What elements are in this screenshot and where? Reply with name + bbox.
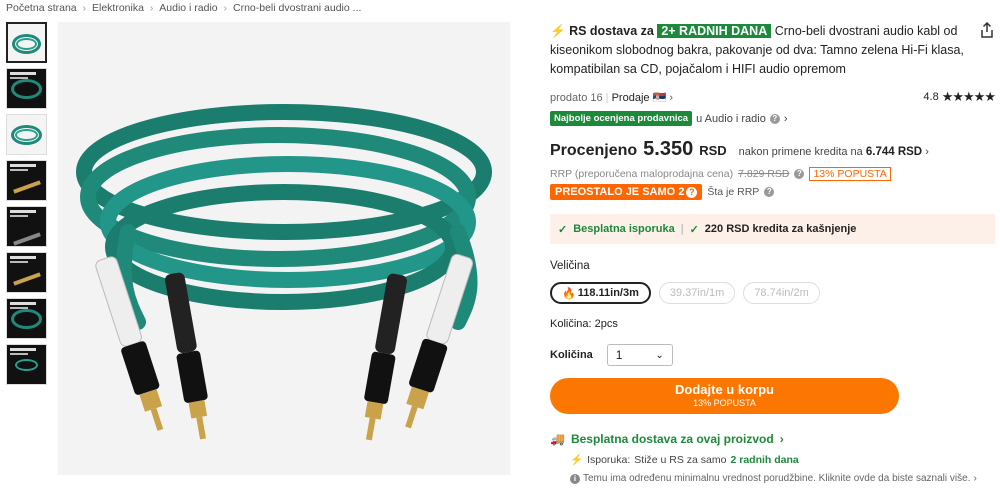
breadcrumb-home[interactable]: Početna strana [6,2,77,14]
info-icon[interactable]: ? [764,187,775,197]
free-delivery-benefit: Besplatna isporuka [573,223,675,235]
quantity-row: Količina 1 ⌄ [550,344,995,366]
thumbnail-2[interactable] [6,68,47,109]
shipping-days-badge: 2+ RADNIH DANA [657,24,772,38]
product-info-panel: ⚡ RS dostava za 2+ RADNIH DANA Crno-beli… [550,22,996,484]
check-icon: ✓ [689,223,699,236]
sold-count: prodato 16 [550,91,603,104]
breadcrumb-audio[interactable]: Audio i radio [159,2,217,14]
info-icon: ? [769,113,780,124]
chevron-down-icon: ⌄ [655,349,664,361]
chevron-right-icon: › [223,2,227,14]
breadcrumb-electronics[interactable]: Elektronika [92,2,144,14]
price-row: Procenjeno 5.350 RSD nakon primene kredi… [550,138,995,161]
product-title: ⚡ RS dostava za 2+ RADNIH DANA Crno-beli… [550,22,995,79]
credit-value: 6.744 RSD [865,146,923,158]
price-value: 5.350 [643,138,694,160]
cable-illustration [76,104,492,441]
best-store-badge: Najbolje ocenjena prodavnica [550,111,693,126]
delivery-text: Stiže u RS za samo [634,453,727,466]
shipping-prefix: RS dostava za [569,24,654,38]
check-icon: ✓ [558,223,568,236]
min-order-note[interactable]: i Temu ima određenu minimalnu vrednost p… [570,473,995,484]
size-option-1m[interactable]: 39.37in/1m [658,282,736,304]
thumbnail-7[interactable] [6,298,47,339]
breadcrumb-current: Crno-beli dvostrani audio ... [233,2,362,14]
chevron-right-icon: › [973,473,977,484]
price-label: Procenjeno [550,142,638,159]
price-currency: RSD [699,143,727,158]
chevron-right-icon: › [669,91,674,104]
thumbnail-4[interactable] [6,160,47,201]
quantity-value: 1 [615,348,623,362]
question-icon[interactable]: ? [686,187,698,198]
thumbnail-6[interactable] [6,252,47,293]
divider: | [680,223,684,235]
add-to-cart-discount: 13% POPUSTA [693,398,756,408]
rrp-old-price: 7.829 RSD [738,168,790,180]
info-icon[interactable]: ? [794,169,805,179]
thumbnail-3[interactable] [6,114,47,155]
star-icons: ★★★★★ [941,89,996,104]
lightning-icon: ⚡ [570,454,584,466]
free-shipping-link[interactable]: 🚚 Besplatna dostava za ovaj proizvod › [550,432,995,446]
rrp-label: RRP (preporučena maloprodajna cena) [550,168,734,180]
rs-flag-icon: 🇷🇸 [652,91,667,104]
seller-link[interactable]: Prodaje [612,92,650,104]
share-icon[interactable] [979,22,995,38]
rrp-row: RRP (preporučena maloprodajna cena) 7.82… [550,167,995,181]
breadcrumb: Početna strana › Elektronika › Audio i r… [6,2,361,14]
chevron-right-icon: › [149,2,154,14]
size-option-3m[interactable]: 🔥 118.11in/3m [550,282,651,304]
size-options: 🔥 118.11in/3m 39.37in/1m 78.74in/2m [550,282,995,304]
flame-icon: 🔥 [562,287,576,300]
discount-badge: 13% POPUSTA [809,167,891,181]
best-category: u Audio i radio [696,112,766,125]
chevron-right-icon: › [925,146,929,158]
chevron-right-icon: › [82,2,86,14]
size-option-2m[interactable]: 78.74in/2m [743,282,820,304]
add-to-cart-label: Dodajte u korpu [675,382,774,397]
late-credit-benefit: 220 RSD kredita za kašnjenje [704,223,857,235]
what-is-rrp-link[interactable]: Šta je RRP [707,186,759,198]
rating[interactable]: 4.8 ★★★★★ [923,89,996,105]
thumbnail-5[interactable] [6,206,47,247]
benefits-box: ✓ Besplatna isporuka | ✓ 220 RSD kredita… [550,214,995,244]
truck-icon: 🚚 [550,432,565,446]
meta-row: prodato 16 | Prodaje 🇷🇸 › 4.8 ★★★★★ [550,89,996,105]
quantity-label: Količina [550,349,593,361]
size-label: Veličina [550,260,590,272]
rating-value: 4.8 [923,91,939,103]
quantity-select[interactable]: 1 ⌄ [606,344,673,366]
add-to-cart-button[interactable]: Dodajte u korpu 13% POPUSTA [550,378,899,414]
lightning-icon: ⚡ [550,24,566,38]
chevron-right-icon: › [779,432,784,446]
best-seller-row[interactable]: Najbolje ocenjena prodavnica u Audio i r… [550,111,995,126]
info-icon: i [570,473,580,484]
stock-row: PREOSTALO JE SAMO 2? Šta je RRP ? [550,184,995,200]
thumbnail-1[interactable] [6,22,47,63]
chevron-right-icon: › [783,112,788,125]
stock-badge: PREOSTALO JE SAMO 2? [550,184,703,200]
pack-quantity-label: Količina: 2pcs [550,318,618,330]
delivery-days: 2 radnih dana [730,453,799,466]
thumbnail-8[interactable] [6,344,47,385]
delivery-label: Isporuka: [587,453,631,466]
thumbnail-strip [6,22,48,390]
credit-info[interactable]: nakon primene kredita na 6.744 RSD › [739,146,929,158]
main-product-image[interactable] [58,22,510,475]
delivery-info: ⚡ Isporuka: Stiže u RS za samo 2 radnih … [570,453,995,467]
